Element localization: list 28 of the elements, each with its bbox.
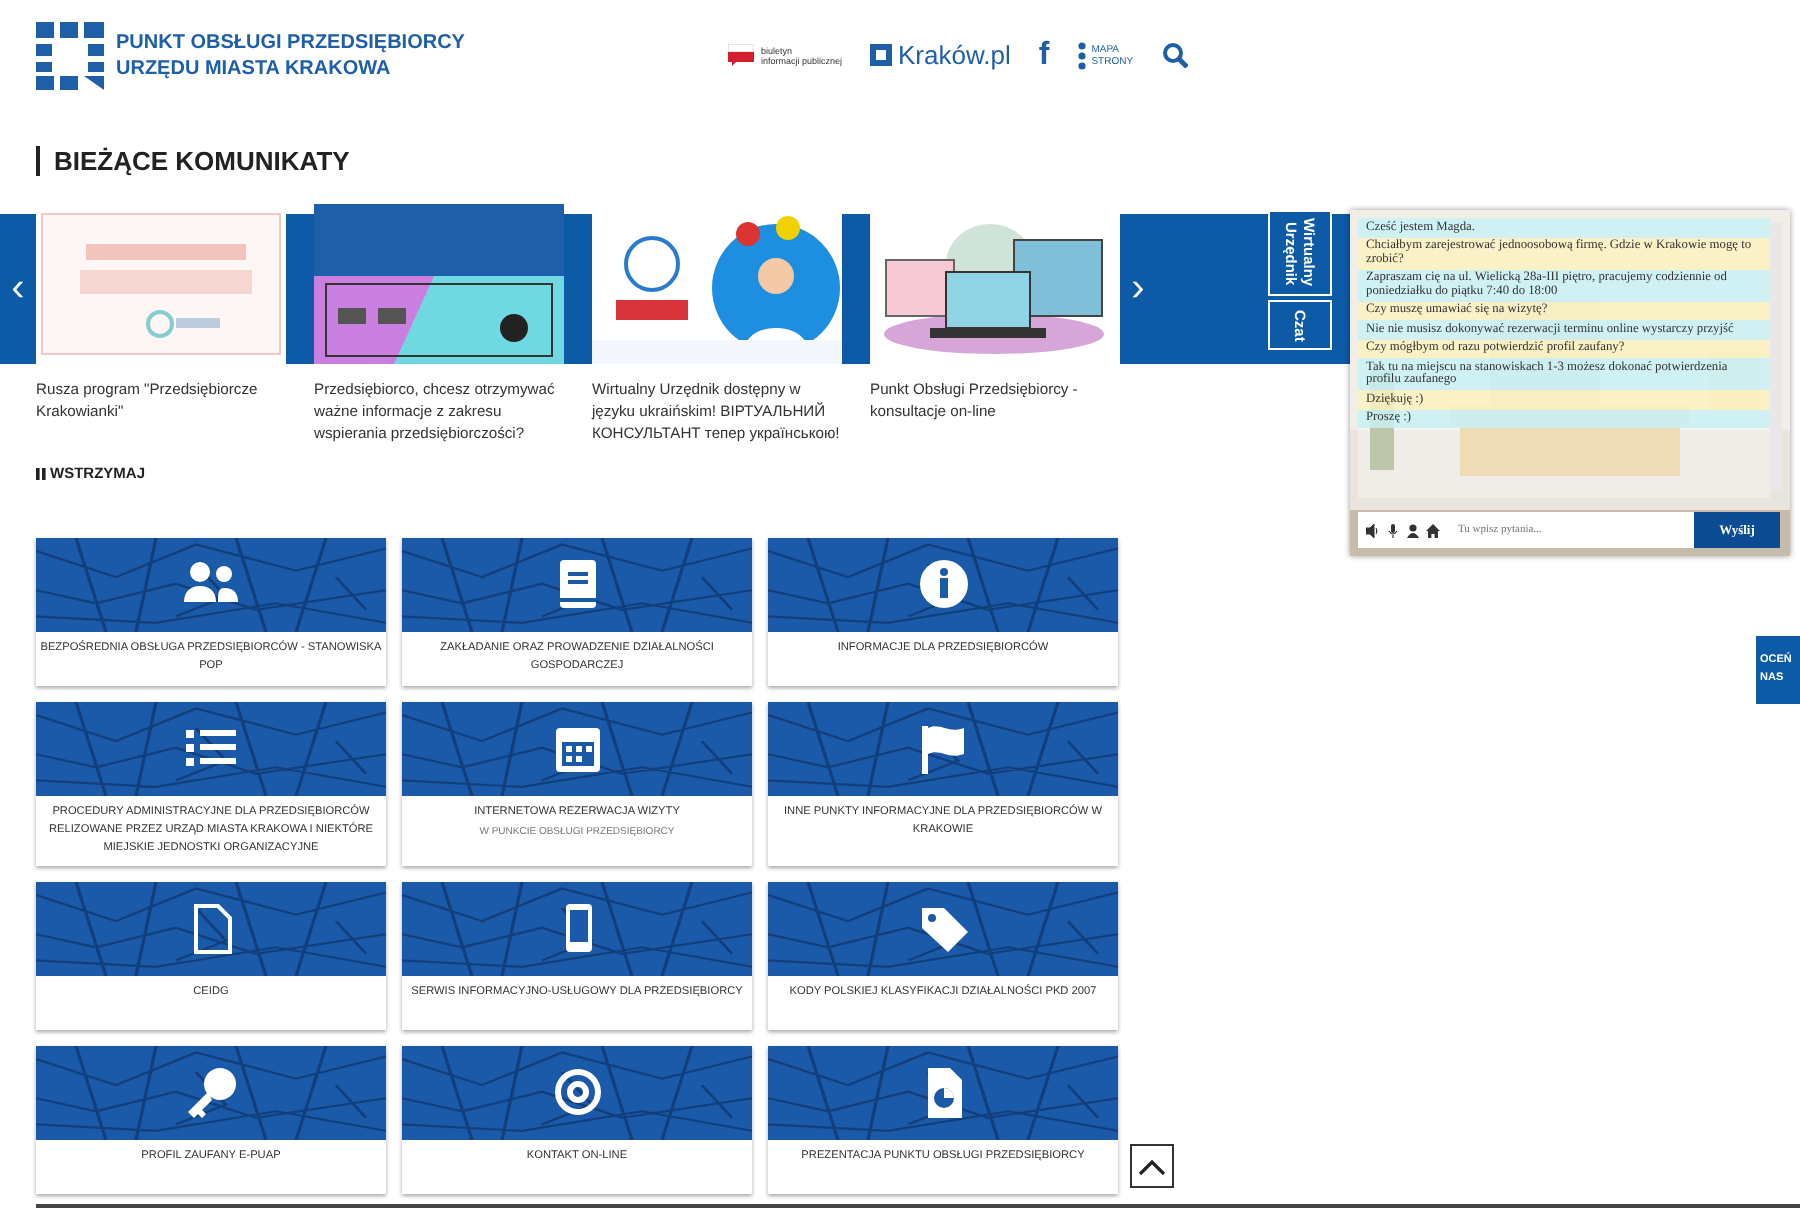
phone-icon xyxy=(565,904,591,952)
pause-icon xyxy=(36,467,46,479)
calendar-icon xyxy=(555,728,599,772)
logo-icon xyxy=(870,44,892,66)
site-title: PUNKT OBSŁUGI PRZEDSIĘBIORCY xyxy=(116,29,465,55)
home-icon[interactable] xyxy=(1426,523,1440,537)
flag-icon xyxy=(728,44,755,66)
person-icon[interactable] xyxy=(1406,523,1420,537)
key-icon xyxy=(187,1068,235,1118)
facebook-link[interactable]: f xyxy=(1038,37,1050,73)
scroll-top-button[interactable] xyxy=(1130,1144,1174,1188)
search-icon[interactable] xyxy=(1161,42,1188,68)
flag-icon xyxy=(921,726,963,774)
microphone-icon[interactable] xyxy=(1386,523,1400,537)
city-link[interactable]: Kraków.pl xyxy=(870,40,1011,70)
section-title: BIEŻĄCE KOMUNIKATY xyxy=(36,146,350,176)
site-title: URZĘDU MIASTA KRAKOWA xyxy=(116,55,393,81)
info-icon xyxy=(919,560,967,608)
people-icon xyxy=(183,562,237,602)
dots-icon xyxy=(1077,41,1086,69)
tag-icon xyxy=(921,908,967,952)
chart-document-icon xyxy=(927,1068,961,1118)
logo-icon[interactable] xyxy=(36,21,104,89)
book-icon xyxy=(559,560,595,608)
speaker-icon[interactable] xyxy=(1366,523,1380,537)
document-icon xyxy=(193,904,231,954)
chevron-up-icon xyxy=(1138,1157,1166,1175)
list-icon xyxy=(185,730,235,766)
